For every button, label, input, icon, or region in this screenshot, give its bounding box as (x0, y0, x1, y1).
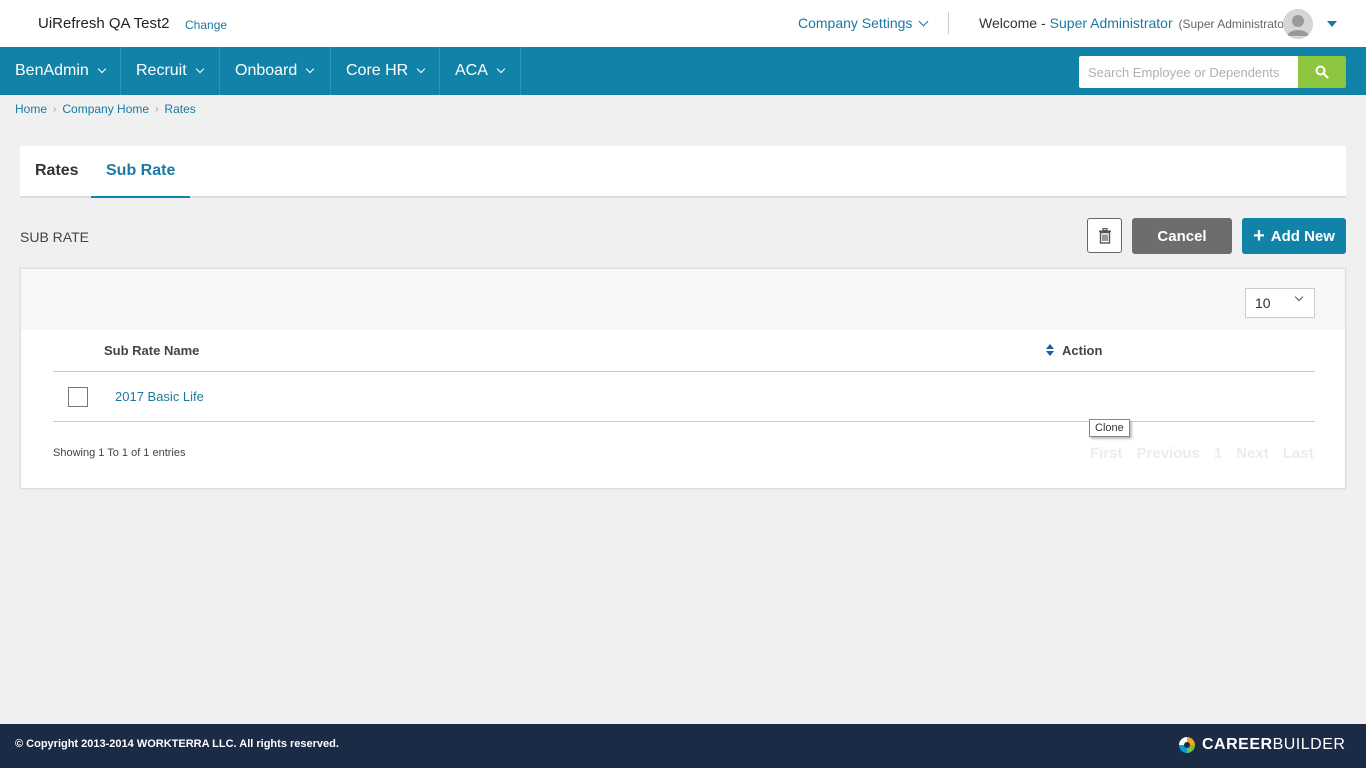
section-title: SUB RATE (20, 229, 89, 245)
breadcrumb: Home › Company Home › Rates (15, 102, 196, 116)
column-header-sub-rate-name[interactable]: Sub Rate Name (104, 343, 199, 358)
search-button[interactable] (1298, 56, 1346, 88)
table-toolbar (21, 269, 1345, 330)
tab-bar: Rates Sub Rate (20, 146, 1346, 198)
add-new-button[interactable]: + Add New (1242, 218, 1346, 254)
pager-page-1[interactable]: 1 (1214, 445, 1222, 462)
chevron-down-icon (97, 64, 107, 74)
pagination: First Previous 1 Next Last (1090, 445, 1314, 462)
chevron-down-icon (416, 64, 426, 74)
caret-down-icon[interactable] (1327, 21, 1337, 27)
sort-icon[interactable] (1046, 344, 1054, 356)
logo-text-bold: CAREER (1202, 736, 1273, 753)
nav-item-benadmin[interactable]: BenAdmin (0, 47, 121, 95)
user-avatar-icon (1283, 9, 1313, 39)
chevron-down-icon (306, 64, 315, 74)
cancel-button[interactable]: Cancel (1132, 218, 1232, 254)
careerbuilder-logo: CAREERBUILDER (1178, 736, 1345, 754)
company-settings-menu[interactable]: Company Settings (798, 15, 929, 31)
change-company-link[interactable]: Change (185, 18, 227, 32)
page-size-value: 10 (1255, 295, 1271, 311)
nav-item-label: Core HR (346, 62, 409, 79)
nav-item-onboard[interactable]: Onboard (220, 47, 331, 95)
trash-icon (1098, 227, 1111, 244)
welcome-label: Welcome - (979, 15, 1046, 31)
tab-rates[interactable]: Rates (35, 146, 79, 196)
chevron-down-icon (496, 64, 506, 74)
logo-text-light: BUILDER (1272, 736, 1346, 753)
row-checkbox[interactable] (68, 387, 88, 407)
copyright-text: © Copyright 2013-2014 WORKTERRA LLC. All… (15, 738, 339, 750)
nav-item-label: BenAdmin (15, 62, 89, 79)
breadcrumb-rates[interactable]: Rates (164, 102, 195, 116)
delete-button[interactable] (1087, 218, 1122, 253)
welcome-text: Welcome - Super Administrator (Super Admi… (979, 15, 1292, 31)
sub-rate-table-panel: 10 Sub Rate Name Action 2017 Basic Life … (20, 268, 1346, 489)
chevron-down-icon (195, 64, 204, 74)
employee-search-input[interactable] (1079, 56, 1298, 88)
nav-item-label: Onboard (235, 62, 298, 79)
footer: © Copyright 2013-2014 WORKTERRA LLC. All… (0, 724, 1366, 768)
breadcrumb-company-home[interactable]: Company Home (62, 102, 149, 116)
avatar[interactable] (1283, 9, 1313, 39)
pager-next[interactable]: Next (1236, 445, 1269, 462)
nav-item-label: Recruit (136, 62, 187, 79)
search-icon (1315, 65, 1329, 79)
pager-last[interactable]: Last (1283, 445, 1314, 462)
entries-count: Showing 1 To 1 of 1 entries (53, 447, 186, 459)
top-header: UiRefresh QA Test2 Change Company Settin… (0, 0, 1366, 47)
add-new-label: Add New (1270, 227, 1335, 245)
column-header-action: Action (1062, 343, 1103, 358)
company-name: UiRefresh QA Test2 (38, 15, 170, 32)
header-divider (53, 371, 1315, 372)
pager-first[interactable]: First (1090, 445, 1123, 462)
tab-sub-rate[interactable]: Sub Rate (91, 146, 191, 198)
careerbuilder-logo-icon (1179, 737, 1195, 753)
company-settings-label: Company Settings (798, 15, 913, 31)
breadcrumb-separator-icon: › (155, 103, 159, 115)
clone-tooltip: Clone (1089, 419, 1130, 437)
chevron-down-icon (918, 16, 929, 26)
nav-item-core-hr[interactable]: Core HR (331, 47, 440, 95)
user-role: (Super Administrator) (1178, 17, 1292, 31)
nav-item-recruit[interactable]: Recruit (121, 47, 220, 95)
breadcrumb-separator-icon: › (53, 103, 57, 115)
page-size-select[interactable]: 10 (1245, 288, 1315, 318)
user-name-link[interactable]: Super Administrator (1050, 15, 1173, 31)
header-divider (948, 12, 949, 34)
main-nav: BenAdmin Recruit Onboard Core HR ACA (0, 47, 1366, 95)
breadcrumb-home[interactable]: Home (15, 102, 47, 116)
nav-item-label: ACA (455, 62, 488, 79)
chevron-down-icon (1294, 292, 1304, 302)
pager-previous[interactable]: Previous (1137, 445, 1200, 462)
nav-item-aca[interactable]: ACA (440, 47, 521, 95)
plus-icon: + (1253, 225, 1265, 247)
sub-rate-name-link[interactable]: 2017 Basic Life (115, 389, 204, 404)
